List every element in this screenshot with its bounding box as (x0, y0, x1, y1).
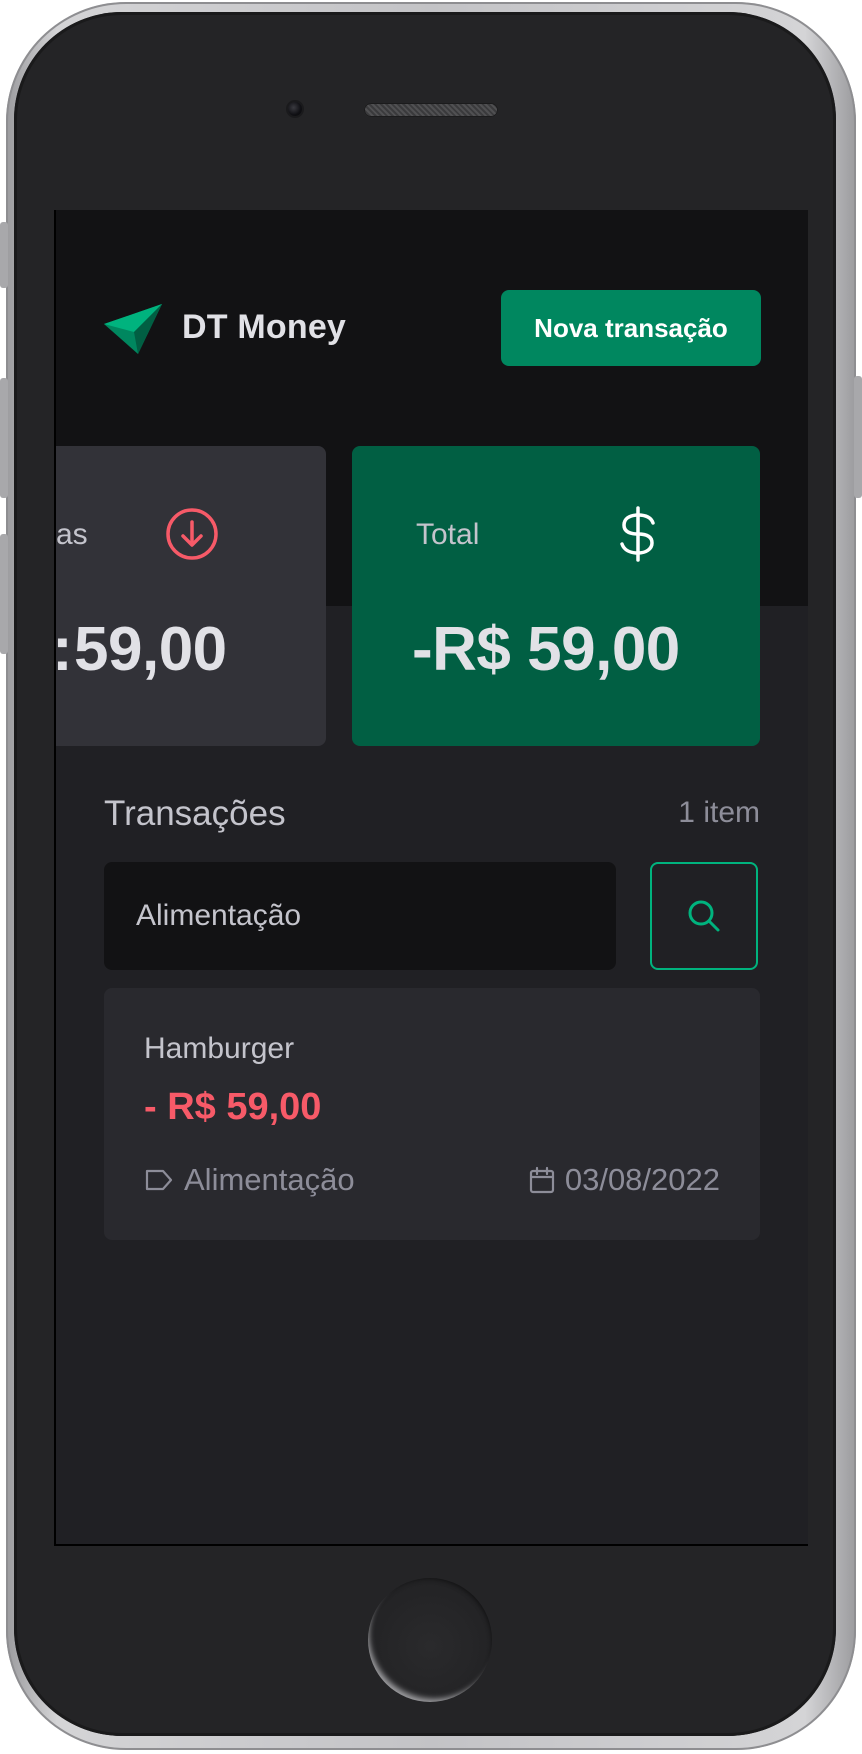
transaction-category: Alimentação (144, 1162, 355, 1198)
transaction-date: 03/08/2022 (529, 1162, 720, 1198)
volume-up-button (0, 378, 8, 498)
search-input[interactable] (104, 862, 616, 970)
summary-card-value-cutoff: : (54, 615, 73, 684)
brand-name: DT Money (182, 308, 347, 346)
transaction-card[interactable]: Hamburger - R$ 59,00 Alimentação 03/08/2… (104, 988, 760, 1240)
magnifying-glass-icon (688, 900, 720, 932)
transaction-category-label: Alimentação (184, 1162, 355, 1197)
summary-card-value: 59,00 (74, 615, 227, 684)
currency-dollar-icon (620, 506, 655, 562)
front-camera (288, 102, 302, 116)
logo-icon (104, 304, 162, 354)
search-button[interactable] (650, 862, 758, 970)
arrow-circle-down-icon (166, 508, 218, 560)
app-screen: DT Money Nova transação as 59,00 : Total… (54, 210, 808, 1546)
transaction-description: Hamburger (144, 1032, 295, 1065)
summary-card-value: -R$ 59,00 (412, 615, 680, 684)
transaction-amount: - R$ 59,00 (144, 1086, 322, 1128)
power-button (854, 376, 862, 498)
new-transaction-button[interactable]: Nova transação (501, 290, 761, 366)
tag-icon (145, 1169, 173, 1191)
transactions-title: Transações (104, 794, 286, 833)
earpiece-speaker (364, 103, 498, 117)
transactions-count: 1 item (678, 796, 760, 829)
volume-down-button (0, 534, 8, 654)
home-button[interactable] (368, 1578, 492, 1702)
summary-card-label: Total (416, 518, 480, 551)
calendar-icon (529, 1166, 554, 1194)
transaction-date-label: 03/08/2022 (564, 1162, 720, 1197)
summary-card-total: Total -R$ 59,00 (352, 446, 760, 746)
summary-card-outcome: as 59,00 : (54, 446, 326, 746)
summary-card-label: as (56, 518, 88, 551)
mute-switch (0, 222, 8, 288)
